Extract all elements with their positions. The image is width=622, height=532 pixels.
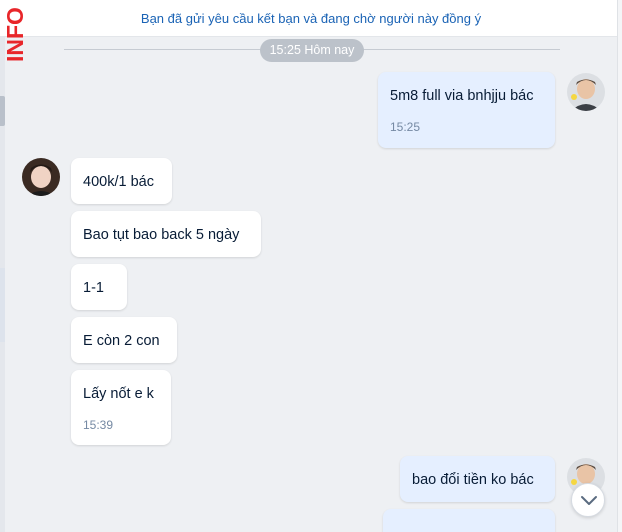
message-text: 400k/1 bác: [83, 174, 154, 190]
message-bubble-received[interactable]: E còn 2 con: [71, 317, 177, 363]
contact-avatar[interactable]: [22, 158, 60, 196]
message-text: E còn 2 con: [83, 333, 160, 349]
message-bubble-sent[interactable]: 5m8 full via bnhjju bác 15:25: [378, 72, 555, 148]
message-text: 1-1: [83, 280, 104, 296]
my-avatar[interactable]: [567, 73, 605, 111]
message-bubble-sent[interactable]: bao đổi tiền ko bác: [400, 456, 555, 502]
message-bubble-sent[interactable]: [383, 509, 555, 532]
contact-avatar-icon: [22, 158, 60, 196]
friend-request-notice-text: Bạn đã gửi yêu cầu kết bạn và đang chờ n…: [140, 11, 482, 26]
message-text: 5m8 full via bnhjju bác: [390, 88, 534, 104]
message-bubble-received[interactable]: 1-1: [71, 264, 127, 310]
message-text: Lấy nốt e k: [83, 386, 154, 402]
message-time: 15:39: [83, 418, 114, 432]
message-text: bao đổi tiền ko bác: [412, 472, 534, 488]
date-separator: 15:25 Hôm nay: [260, 39, 364, 62]
message-bubble-received[interactable]: 400k/1 bác: [71, 158, 172, 204]
chat-area: Bạn đã gửi yêu cầu kết bạn và đang chờ n…: [0, 0, 622, 532]
sidebar-edge: [0, 0, 5, 532]
brand-logo-text: INFO: [2, 7, 28, 62]
user-avatar-icon: [567, 73, 605, 111]
sidebar-scroll-thumb[interactable]: [0, 96, 5, 126]
message-time: 15:25: [390, 120, 421, 134]
sidebar-highlight: [0, 268, 5, 342]
chat-scrollbar[interactable]: [617, 0, 622, 532]
friend-request-notice: Bạn đã gửi yêu cầu kết bạn và đang chờ n…: [0, 0, 622, 37]
message-bubble-received[interactable]: Lấy nốt e k 15:39: [71, 370, 171, 445]
chevron-down-icon: [581, 496, 597, 505]
scroll-to-bottom-button[interactable]: [571, 483, 605, 517]
message-text: Bao tụt bao back 5 ngày: [83, 227, 240, 243]
message-bubble-received[interactable]: Bao tụt bao back 5 ngày: [71, 211, 261, 257]
